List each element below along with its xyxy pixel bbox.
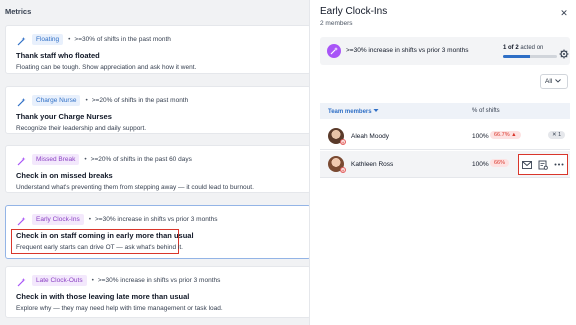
gear-icon[interactable] <box>559 46 569 59</box>
sparkle-icon <box>16 275 27 286</box>
mail-icon[interactable] <box>521 159 533 171</box>
note-icon[interactable] <box>537 159 549 171</box>
member-count: 2 members <box>320 20 353 27</box>
column-header-shifts[interactable]: % of shifts <box>472 108 500 114</box>
shift-percent: 100% <box>472 161 489 168</box>
acted-progress-fill <box>503 55 530 58</box>
metrics-panel: Metrics Floating • >=30% of shifts in th… <box>0 0 318 325</box>
sort-icon <box>373 109 379 115</box>
metric-card-charge-nurse[interactable]: Charge Nurse • >=20% of shifts in the pa… <box>5 86 311 134</box>
summary-banner: >=30% increase in shifts vs prior 3 mont… <box>320 37 570 65</box>
card-description: Explore why — they may need help with ti… <box>16 305 223 312</box>
card-description: Recognize their leadership and daily sup… <box>16 125 147 132</box>
filter-value: All <box>545 78 553 85</box>
separator: • <box>91 276 94 284</box>
row-actions <box>518 154 568 175</box>
metric-criteria: >=30% increase in shifts vs prior 3 mont… <box>97 276 221 284</box>
card-description: Floating can be tough. Show appreciation… <box>16 64 197 71</box>
metric-criteria: >=20% of shifts in the past month <box>91 96 189 104</box>
separator: • <box>84 155 87 163</box>
table-header: Team members % of shifts <box>320 103 570 119</box>
sparkle-icon <box>16 34 27 45</box>
member-name: Aleah Moody <box>351 133 389 140</box>
card-title: Check in with those leaving late more th… <box>16 292 190 301</box>
drawer-title: Early Clock-Ins <box>320 6 388 17</box>
sparkle-icon <box>327 44 341 58</box>
chevron-down-icon <box>555 78 562 85</box>
metric-card-floating[interactable]: Floating • >=30% of shifts in the past m… <box>5 25 311 74</box>
card-description: Frequent early starts can drive OT — ask… <box>16 244 183 251</box>
separator: • <box>85 96 88 104</box>
count-badge: ✕ 1 <box>548 131 566 139</box>
acted-progress-bar <box>503 55 557 58</box>
sparkle-icon <box>16 214 27 225</box>
table-row[interactable]: H Kathleen Ross 100% 66% <box>320 151 570 178</box>
separator: • <box>68 35 71 43</box>
metric-card-early-clock-ins[interactable]: Early Clock-Ins • >=30% increase in shif… <box>5 205 311 259</box>
change-badge: 66.7% ▲ <box>490 131 521 139</box>
detail-drawer: Early Clock-Ins 2 members ✕ >=30% increa… <box>309 0 576 325</box>
metric-card-missed-break[interactable]: Missed Break • >=20% of shifts in the pa… <box>5 145 311 193</box>
metrics-title: Metrics <box>5 7 32 16</box>
acted-on-text: 1 of 2 acted on <box>503 45 543 51</box>
table-row[interactable]: H Aleah Moody 100% 66.7% ▲ ✕ 1 <box>320 123 570 150</box>
metric-tag: Floating <box>32 33 64 45</box>
shift-percent: 100% <box>472 133 489 140</box>
metric-criteria: >=30% increase in shifts vs prior 3 mont… <box>95 215 218 223</box>
summary-text: >=30% increase in shifts vs prior 3 mont… <box>346 47 469 54</box>
avatar-badge: H <box>340 139 346 145</box>
count-value: 1 <box>558 132 562 138</box>
sparkle-icon <box>16 154 27 165</box>
column-label: Team members <box>328 109 372 115</box>
metric-tag: Charge Nurse <box>32 94 81 106</box>
member-name: Kathleen Ross <box>351 161 394 168</box>
filter-select[interactable]: All <box>540 74 568 89</box>
card-title: Check in on missed breaks <box>16 171 113 180</box>
acted-suffix: acted on <box>520 45 544 51</box>
card-title: Thank your Charge Nurses <box>16 112 112 121</box>
separator: • <box>88 215 91 223</box>
column-header-members[interactable]: Team members <box>328 108 379 115</box>
card-title: Thank staff who floated <box>16 51 100 60</box>
card-title: Check in on staff coming in early more t… <box>16 231 194 240</box>
metric-card-late-clock-outs[interactable]: Late Clock-Outs • >=30% increase in shif… <box>5 266 311 318</box>
avatar-badge: H <box>340 167 346 173</box>
change-badge: 66% <box>490 159 510 167</box>
more-icon[interactable] <box>553 159 565 171</box>
card-description: Understand what's preventing them from s… <box>16 184 254 191</box>
metric-tag: Late Clock-Outs <box>32 274 87 286</box>
sparkle-icon <box>16 95 27 106</box>
metric-criteria: >=30% of shifts in the past month <box>74 35 171 43</box>
metric-criteria: >=20% of shifts in the past 60 days <box>90 155 192 163</box>
acted-count: 1 of 2 <box>503 45 519 51</box>
close-icon[interactable]: ✕ <box>559 8 569 18</box>
metric-tag: Early Clock-Ins <box>32 213 84 225</box>
metric-tag: Missed Break <box>32 153 80 165</box>
